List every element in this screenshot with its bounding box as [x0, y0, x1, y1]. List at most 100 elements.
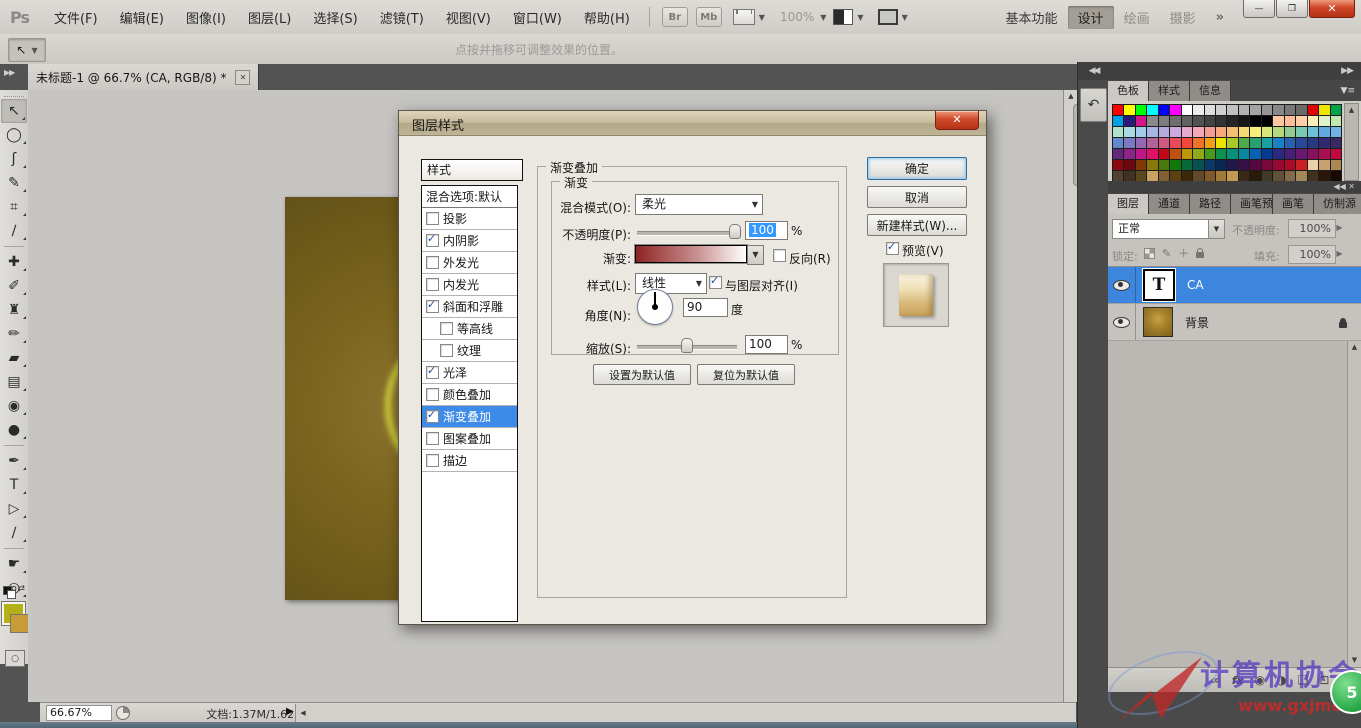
color-swatch[interactable]	[1273, 127, 1283, 137]
close-panel-icon[interactable]: ✕	[1348, 182, 1355, 191]
blend-mode-select[interactable]: 正常▼	[1112, 219, 1225, 239]
marquee-tool[interactable]: ◯	[0, 123, 28, 147]
color-swatch[interactable]	[1182, 171, 1192, 181]
close-button[interactable]: ✕	[1309, 0, 1355, 18]
brush-tool[interactable]: ✐	[0, 274, 28, 298]
layer-thumbnail[interactable]: T	[1143, 269, 1175, 301]
menu-item[interactable]: 选择(S)	[302, 8, 368, 27]
color-swatch[interactable]	[1250, 138, 1260, 148]
color-swatch[interactable]	[1331, 127, 1341, 137]
angle-dial[interactable]	[637, 289, 673, 325]
zoom-level-button[interactable]: 100%	[780, 10, 814, 24]
color-swatch[interactable]	[1250, 171, 1260, 181]
layer-mask-icon[interactable]: ◉	[1255, 673, 1265, 687]
horizontal-scrollbar[interactable]: ◀	[295, 704, 1076, 722]
document-close-icon[interactable]: ✕	[235, 70, 250, 85]
color-swatch[interactable]	[1296, 160, 1306, 170]
color-swatch[interactable]	[1227, 160, 1237, 170]
eraser-tool[interactable]: ▰	[0, 346, 28, 370]
eye-icon[interactable]	[1113, 280, 1130, 291]
color-swatch[interactable]	[1136, 160, 1146, 170]
color-swatch[interactable]	[1170, 116, 1180, 126]
color-swatch[interactable]	[1216, 127, 1226, 137]
new-group-icon[interactable]: ❏	[1298, 673, 1309, 687]
color-swatch[interactable]	[1319, 105, 1329, 115]
menu-item[interactable]: 编辑(E)	[109, 8, 175, 27]
scroll-down-icon[interactable]: ▼	[1348, 654, 1361, 667]
color-swatch[interactable]	[1170, 160, 1180, 170]
color-swatch[interactable]	[1193, 116, 1203, 126]
color-swatch[interactable]	[1136, 127, 1146, 137]
eyedropper-tool[interactable]: ∕	[0, 219, 28, 243]
menu-item[interactable]: 滤镜(T)	[369, 8, 435, 27]
color-swatch[interactable]	[1193, 160, 1203, 170]
gradient-tool[interactable]: ▤	[0, 370, 28, 394]
color-swatch[interactable]	[1170, 127, 1180, 137]
move-tool[interactable]: ↖	[1, 99, 27, 123]
color-swatch[interactable]	[1285, 127, 1295, 137]
dialog-title-bar[interactable]: 图层样式	[399, 111, 986, 136]
adjustment-layer-icon[interactable]: ◑	[1276, 673, 1286, 687]
color-swatch[interactable]	[1308, 105, 1318, 115]
color-swatch[interactable]	[1182, 149, 1192, 159]
dodge-tool[interactable]: ●	[0, 418, 28, 442]
color-swatch[interactable]	[1262, 127, 1272, 137]
color-swatch[interactable]	[1227, 127, 1237, 137]
panel-menu-icon[interactable]: ▼≡	[1335, 81, 1361, 101]
menu-item[interactable]: 帮助(H)	[573, 8, 641, 27]
lock-all-icon[interactable]	[1196, 252, 1204, 258]
color-swatch[interactable]	[1285, 149, 1295, 159]
color-swatch[interactable]	[1170, 171, 1180, 181]
color-swatch[interactable]	[1159, 160, 1169, 170]
color-swatch[interactable]	[1159, 105, 1169, 115]
color-swatch[interactable]	[1285, 105, 1295, 115]
color-swatch[interactable]	[1239, 116, 1249, 126]
color-swatch[interactable]	[1124, 116, 1134, 126]
color-swatch[interactable]	[1193, 127, 1203, 137]
color-swatch[interactable]	[1113, 149, 1123, 159]
color-swatch[interactable]	[1285, 160, 1295, 170]
color-swatch[interactable]	[1296, 127, 1306, 137]
color-swatch[interactable]	[1182, 138, 1192, 148]
menu-item[interactable]: 图像(I)	[175, 8, 237, 27]
style-item-等高线[interactable]: 等高线	[422, 318, 517, 340]
workspace-tab[interactable]: 设计	[1068, 6, 1114, 29]
tab-画笔预设[interactable]: 画笔预设	[1231, 194, 1273, 214]
color-swatch[interactable]	[1159, 127, 1169, 137]
color-swatch[interactable]	[1227, 138, 1237, 148]
opacity-value-field[interactable]: 100	[745, 221, 788, 240]
tab-路径[interactable]: 路径	[1190, 194, 1231, 214]
opacity-slider[interactable]	[637, 231, 737, 236]
restore-button[interactable]: ❐	[1276, 0, 1308, 18]
color-swatch[interactable]	[1262, 160, 1272, 170]
color-swatch[interactable]	[1113, 171, 1123, 181]
color-swatch[interactable]	[1193, 149, 1203, 159]
menu-item[interactable]: 窗口(W)	[502, 8, 573, 27]
color-swatch[interactable]	[1319, 116, 1329, 126]
color-swatch[interactable]	[1319, 138, 1329, 148]
style-item-纹理[interactable]: 纹理	[422, 340, 517, 362]
color-swatch[interactable]	[1113, 160, 1123, 170]
menu-item[interactable]: 视图(V)	[435, 8, 502, 27]
style-checkbox[interactable]	[426, 454, 439, 467]
style-checkbox[interactable]	[440, 322, 453, 335]
color-swatch[interactable]	[1216, 105, 1226, 115]
color-swatch[interactable]	[1136, 116, 1146, 126]
color-swatch[interactable]	[1147, 160, 1157, 170]
rulers-button[interactable]: ▼	[733, 9, 765, 25]
layer-visibility-cell[interactable]	[1108, 267, 1136, 303]
healing-brush-tool[interactable]: ✚	[0, 250, 28, 274]
style-item-内阴影[interactable]: 内阴影	[422, 230, 517, 252]
menu-item[interactable]: 图层(L)	[237, 8, 302, 27]
color-swatch[interactable]	[1250, 149, 1260, 159]
color-swatch[interactable]	[1308, 149, 1318, 159]
color-swatch[interactable]	[1147, 138, 1157, 148]
status-zoom-field[interactable]: 66.67%	[46, 705, 112, 721]
workspace-tab[interactable]: 基本功能	[996, 6, 1068, 29]
color-swatch[interactable]	[1170, 105, 1180, 115]
lock-transparency-icon[interactable]	[1144, 248, 1155, 259]
quick-mask-button[interactable]: ○	[5, 650, 25, 667]
arrange-documents-button[interactable]: ▼	[833, 9, 863, 25]
mini-bridge-button[interactable]: Mb	[696, 7, 722, 27]
scale-slider-handle[interactable]	[681, 338, 693, 353]
